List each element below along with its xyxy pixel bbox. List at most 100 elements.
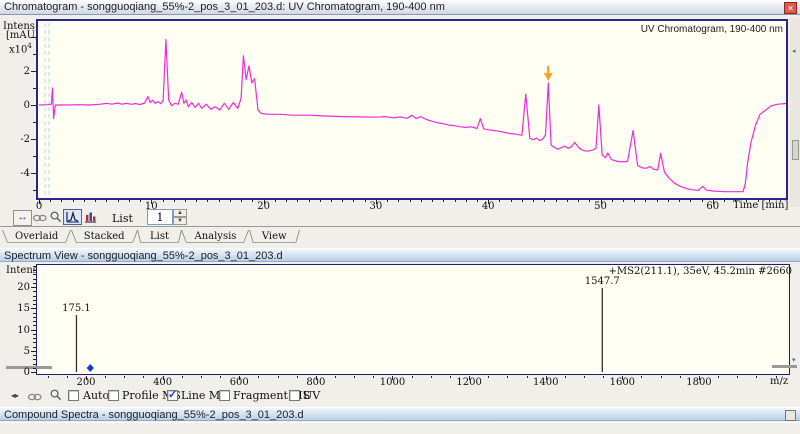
axis-tick bbox=[533, 200, 535, 202]
spectrum-range-handle-right[interactable] bbox=[772, 365, 797, 368]
axis-tick bbox=[31, 139, 36, 140]
axis-tick bbox=[95, 200, 97, 202]
axis-tick bbox=[184, 200, 186, 202]
chromatogram-plot[interactable]: UV Chromatogram, 190-400 nm bbox=[36, 19, 788, 200]
spectrum-magnifier-icon[interactable] bbox=[50, 389, 62, 401]
tick-label: 0 bbox=[35, 201, 43, 212]
axis-tick bbox=[449, 376, 451, 378]
axis-tick bbox=[31, 105, 36, 106]
axis-tick bbox=[398, 200, 400, 202]
tick-label: 15 bbox=[17, 303, 30, 315]
axis-tick bbox=[578, 200, 580, 202]
axis-tick bbox=[173, 200, 175, 202]
axis-tick bbox=[33, 270, 36, 271]
axis-tick bbox=[33, 299, 36, 301]
axis-tick bbox=[432, 200, 434, 202]
tab-analysis[interactable]: Analysis bbox=[181, 230, 249, 245]
axis-tick bbox=[117, 200, 119, 202]
axis-tick bbox=[31, 372, 36, 373]
axis-tick bbox=[488, 376, 490, 378]
tick-label: 400 bbox=[153, 377, 173, 388]
axis-tick bbox=[61, 200, 63, 202]
chrom-right-gutter bbox=[790, 18, 800, 207]
axis-tick bbox=[31, 329, 36, 331]
axis-tick bbox=[354, 376, 356, 378]
spectrum-view-toggle-button[interactable] bbox=[63, 209, 82, 225]
tab-view[interactable]: View bbox=[249, 230, 300, 245]
axis-tick bbox=[33, 265, 36, 267]
axis-tick bbox=[420, 200, 422, 202]
spin-up-icon[interactable]: ▲ bbox=[173, 209, 187, 217]
axis-tick bbox=[33, 122, 36, 123]
spec-x-axis-label: m/z bbox=[770, 376, 789, 387]
tab-overlaid[interactable]: Overlaid bbox=[2, 230, 71, 245]
spectrum-pane-arrow-icon[interactable]: ▾ bbox=[792, 357, 796, 364]
axis-tick bbox=[33, 282, 36, 284]
axis-tick bbox=[47, 376, 49, 378]
pane-restore-icon[interactable] bbox=[785, 410, 796, 421]
tick-label: 1600 bbox=[609, 377, 636, 388]
axis-tick bbox=[277, 376, 279, 378]
axis-tick bbox=[181, 376, 183, 378]
axis-tick bbox=[33, 54, 36, 55]
close-icon[interactable]: ✕ bbox=[784, 2, 797, 14]
axis-tick bbox=[443, 200, 445, 202]
axis-tick bbox=[656, 200, 658, 202]
axis-tick bbox=[196, 200, 198, 202]
compound-chart-icon[interactable] bbox=[84, 211, 97, 223]
fragment-ms-checkbox[interactable] bbox=[219, 390, 230, 401]
tick-label: 600 bbox=[229, 377, 249, 388]
zoom-magnifier-icon[interactable] bbox=[50, 211, 62, 223]
spectrum-navigate-arrows-icon[interactable]: ◂▸ bbox=[11, 391, 19, 400]
tab-list[interactable]: List bbox=[137, 230, 182, 245]
tick-label: 30 bbox=[369, 201, 383, 212]
list-index-spinner[interactable]: ▲ ▼ bbox=[173, 209, 187, 225]
profile-ms-checkbox[interactable] bbox=[108, 390, 119, 401]
tick-label: 20 bbox=[257, 201, 270, 212]
axis-tick bbox=[33, 312, 36, 314]
spectrum-pane-header[interactable]: Spectrum View - songguoqiang_55%-2_pos_3… bbox=[0, 248, 800, 262]
chrom-x-axis-label: Time [min] bbox=[733, 200, 789, 211]
spectrum-plot[interactable] bbox=[36, 264, 790, 375]
chromatogram-pane-header[interactable]: Chromatogram - songguoqiang_55%-2_pos_3_… bbox=[0, 0, 800, 15]
spectrum-link-icon[interactable] bbox=[28, 393, 42, 401]
tick-label: 1200 bbox=[456, 377, 482, 388]
axis-tick bbox=[634, 200, 636, 202]
axis-tick bbox=[454, 200, 456, 202]
axis-tick bbox=[330, 200, 332, 202]
axis-tick bbox=[555, 200, 557, 202]
compound-spectra-title: Compound Spectra - songguoqiang_55%-2_po… bbox=[4, 409, 304, 421]
spin-down-icon[interactable]: ▼ bbox=[173, 217, 187, 225]
uv-checkbox[interactable] bbox=[289, 390, 300, 401]
axis-tick bbox=[641, 376, 643, 378]
axis-tick bbox=[128, 200, 130, 202]
axis-tick bbox=[296, 376, 298, 378]
list-spin-label: List bbox=[112, 212, 133, 225]
line-ms-checkbox[interactable] bbox=[167, 388, 178, 401]
spectrum-annotation: +MS2(211.1), 35eV, 45.2min #2660 bbox=[608, 266, 793, 277]
axis-tick bbox=[510, 200, 512, 202]
compound-spectra-bar[interactable]: Compound Spectra - songguoqiang_55%-2_po… bbox=[0, 407, 800, 421]
peak-label: 175.1 bbox=[62, 303, 91, 315]
tick-label: 20 bbox=[17, 282, 30, 293]
chrom-scroll-handle[interactable] bbox=[792, 140, 799, 160]
link-icon[interactable] bbox=[33, 214, 47, 222]
axis-tick bbox=[33, 156, 36, 157]
tab-stacked[interactable]: Stacked bbox=[71, 230, 138, 245]
axis-tick bbox=[718, 376, 720, 378]
axis-tick bbox=[72, 200, 74, 202]
axis-tick bbox=[679, 376, 681, 378]
tick-label: 200 bbox=[76, 377, 96, 388]
pane-collapse-arrow-icon[interactable]: ◂ bbox=[792, 48, 796, 55]
auto-checkbox[interactable] bbox=[68, 390, 79, 401]
navigate-arrows-button[interactable]: ↔ bbox=[13, 210, 32, 226]
axis-tick bbox=[33, 321, 36, 322]
axis-tick bbox=[297, 200, 299, 202]
auto-checkbox-label[interactable]: Auto bbox=[83, 390, 109, 402]
uv-checkbox-label[interactable]: UV bbox=[303, 390, 320, 402]
axis-tick bbox=[229, 200, 231, 202]
spectrum-glyph-icon bbox=[66, 210, 79, 223]
axis-tick bbox=[308, 200, 310, 202]
spectrum-pane-title: Spectrum View - songguoqiang_55%-2_pos_3… bbox=[4, 250, 283, 262]
axis-tick bbox=[31, 287, 36, 288]
